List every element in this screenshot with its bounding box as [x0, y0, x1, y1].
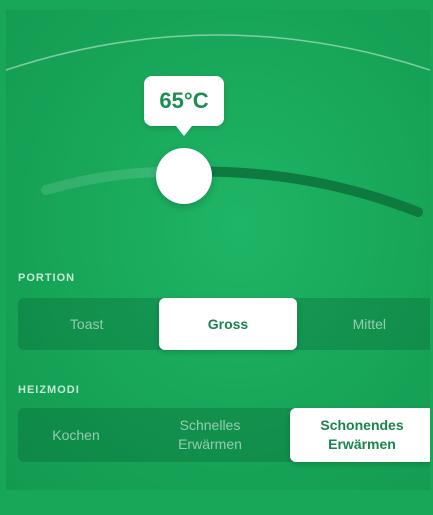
- portion-option-mittel[interactable]: Mittel: [301, 298, 430, 350]
- temperature-knob[interactable]: [156, 148, 212, 204]
- portion-option-gross[interactable]: Gross: [159, 298, 297, 350]
- app-screen: 65°C PORTION Toast Gross Mittel HEIZMODI…: [6, 10, 430, 490]
- heizmodi-segmented-control: Kochen Schnelles Erwärmen Schonendes Erw…: [18, 408, 430, 462]
- temperature-dial[interactable]: [6, 10, 430, 270]
- portion-option-toast[interactable]: Toast: [18, 298, 155, 350]
- temperature-value: 65°C: [159, 88, 209, 113]
- heizmodi-option-schnelles-erwaermen[interactable]: Schnelles Erwärmen: [134, 408, 286, 462]
- portion-segmented-control: Toast Gross Mittel: [18, 298, 430, 350]
- temperature-tooltip: 65°C: [144, 76, 224, 136]
- heizmodi-option-kochen[interactable]: Kochen: [18, 408, 134, 462]
- heizmodi-option-schonendes-erwaermen[interactable]: Schonendes Erwärmen: [290, 408, 430, 462]
- dial-track-remaining: [179, 166, 423, 217]
- outer-ring-arc: [6, 34, 430, 71]
- portion-label: PORTION: [18, 272, 76, 284]
- heizmodi-label: HEIZMODI: [18, 384, 80, 396]
